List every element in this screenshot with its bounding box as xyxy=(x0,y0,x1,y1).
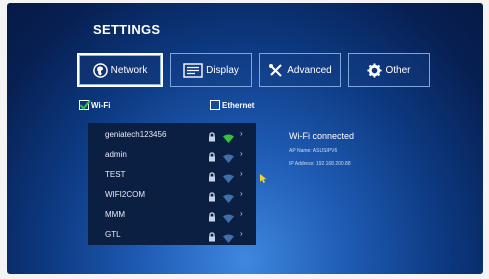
network-name: MMM xyxy=(105,210,125,219)
network-name: GTL xyxy=(105,230,121,239)
network-name: geniatech123456 xyxy=(105,130,167,139)
network-row[interactable]: WIFI2COM › xyxy=(88,186,256,204)
chevron-right-icon: › xyxy=(240,129,243,138)
network-name: WIFI2COM xyxy=(105,190,145,199)
tab-display-label: Display xyxy=(206,64,239,76)
network-list[interactable]: geniatech123456 › admin › TEST › WIFI2CO… xyxy=(88,123,256,245)
network-name: admin xyxy=(105,150,127,159)
network-row[interactable]: GTL › xyxy=(88,226,256,244)
wifi-checkbox[interactable]: Wi-Fi xyxy=(79,99,111,111)
wifi-signal-icon xyxy=(223,230,234,248)
network-name: TEST xyxy=(105,170,126,179)
chevron-right-icon: › xyxy=(240,149,243,158)
lock-icon xyxy=(208,169,216,187)
cursor-icon xyxy=(260,170,267,188)
network-row[interactable]: geniatech123456 › xyxy=(88,126,256,144)
tools-icon xyxy=(268,63,284,78)
wifi-checkbox-box[interactable] xyxy=(79,99,91,111)
lock-icon xyxy=(208,149,216,167)
ap-name: AP Name: ASUSIPV6 xyxy=(289,148,338,154)
ip-address: IP Address: 192.168.200.88 xyxy=(289,161,351,167)
page-title: SETTINGS xyxy=(93,22,161,37)
ethernet-checkbox-label: Ethernet xyxy=(222,100,255,110)
connection-status: Wi-Fi connected xyxy=(289,131,355,141)
chevron-right-icon: › xyxy=(240,209,243,218)
wifi-checkbox-label: Wi-Fi xyxy=(91,100,111,110)
chevron-right-icon: › xyxy=(240,169,243,178)
ethernet-checkbox-box[interactable] xyxy=(210,100,220,110)
tab-network[interactable]: Network xyxy=(77,53,163,87)
network-row[interactable]: admin › xyxy=(88,146,256,164)
network-row[interactable]: MMM › xyxy=(88,206,256,224)
tab-other[interactable]: Other xyxy=(348,53,430,87)
ethernet-checkbox[interactable]: Ethernet xyxy=(210,100,254,110)
tab-network-label: Network xyxy=(110,64,148,76)
lock-icon xyxy=(208,229,216,247)
tab-other-label: Other xyxy=(385,64,411,76)
globe-icon xyxy=(92,62,108,78)
lock-icon xyxy=(208,129,216,147)
tab-advanced-label: Advanced xyxy=(287,64,332,76)
checkmark-icon xyxy=(79,99,91,111)
chevron-right-icon: › xyxy=(240,189,243,198)
lock-icon xyxy=(208,189,216,207)
display-icon xyxy=(183,62,203,78)
gear-icon xyxy=(367,62,383,78)
tv-screen: SETTINGS Network Display Advanced Other … xyxy=(7,3,483,274)
tab-display[interactable]: Display xyxy=(170,53,252,87)
chevron-right-icon: › xyxy=(240,229,243,238)
tab-advanced[interactable]: Advanced xyxy=(259,53,341,87)
lock-icon xyxy=(208,209,216,227)
network-row[interactable]: TEST › xyxy=(88,166,256,184)
